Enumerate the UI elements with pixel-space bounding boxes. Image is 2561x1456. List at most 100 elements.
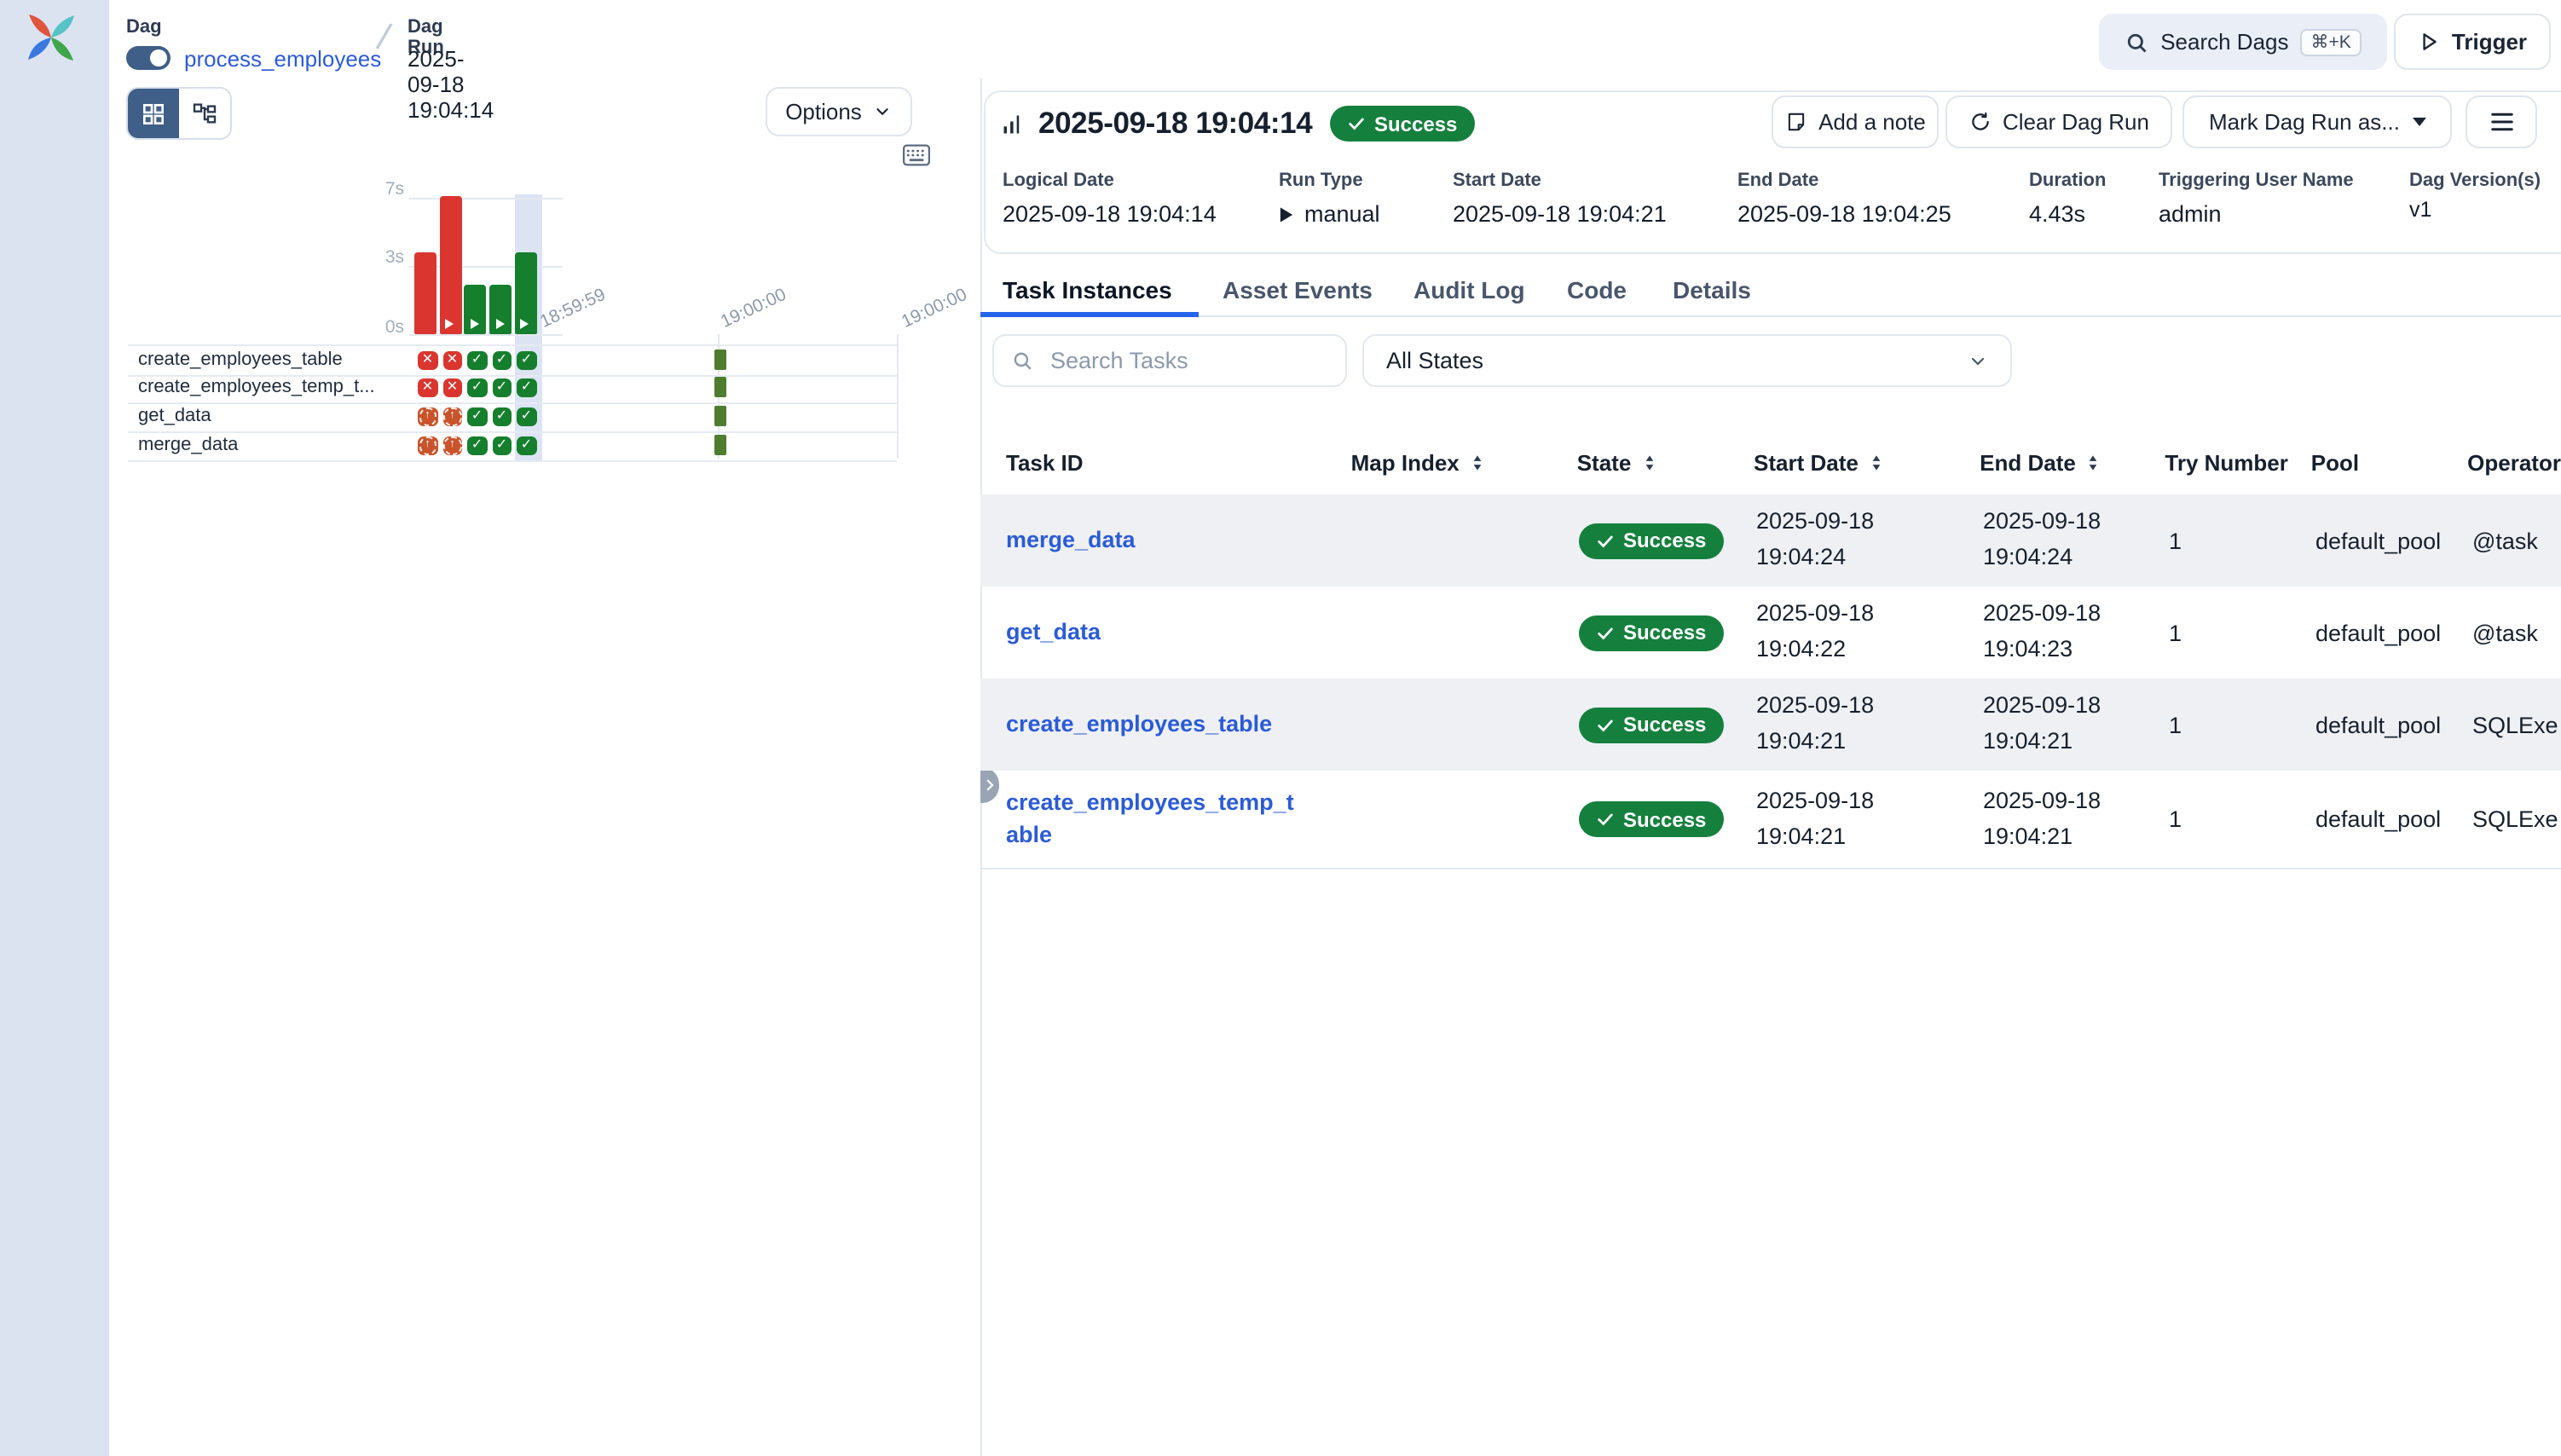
column-header-task-id[interactable]: Task ID (1006, 449, 1351, 475)
column-header-pool: Pool (2311, 449, 2467, 475)
task-duration-marker[interactable] (714, 350, 726, 370)
task-label[interactable]: create_employees_table (138, 350, 343, 370)
task-state-icon[interactable]: ↑ (442, 436, 462, 455)
task-state-icon[interactable]: ↑ (418, 436, 437, 455)
graph-view-button[interactable] (179, 89, 230, 138)
dag-run-bar[interactable] (515, 251, 537, 334)
tab-task-instances[interactable]: Task Instances (1003, 276, 1172, 303)
note-icon (1784, 111, 1807, 133)
task-state-icon[interactable]: ✕ (418, 350, 437, 370)
dag-pause-toggle[interactable] (126, 46, 171, 70)
column-header-state[interactable]: State (1577, 449, 1754, 475)
keyboard-shortcuts-icon[interactable] (902, 143, 931, 167)
task-duration-marker[interactable] (714, 377, 726, 397)
chevron-down-icon (874, 102, 893, 121)
task-state-icon[interactable]: ✓ (517, 378, 536, 397)
task-state-icon[interactable]: ✓ (517, 407, 536, 426)
try-number-cell: 1 (2169, 528, 2315, 553)
mark-dag-run-as-button[interactable]: Mark Dag Run as... (2182, 95, 2452, 148)
table-row[interactable]: create_employees_temp_table Success 2025… (980, 771, 2561, 870)
airflow-app: Dag process_employees / Dag Run 2025-09-… (0, 0, 2561, 1456)
task-state-icon[interactable]: ✓ (492, 378, 512, 397)
task-id-link[interactable]: merge_data (1006, 525, 1304, 556)
task-id-link[interactable]: get_data (1006, 617, 1304, 648)
task-state-icon[interactable]: ✓ (467, 350, 487, 370)
sort-icon[interactable] (1865, 451, 1888, 473)
meta-label: Start Date (1453, 170, 1541, 191)
dag-run-bar[interactable] (465, 286, 487, 334)
breadcrumb-run-value: 2025-09-18 19:04:14 (408, 46, 494, 123)
dag-run-bar[interactable] (414, 251, 436, 334)
tab-details[interactable]: Details (1673, 276, 1751, 303)
sort-icon[interactable] (1466, 451, 1489, 473)
search-shortcut-badge: ⌘+K (2301, 28, 2362, 55)
meta-label: Triggering User Name (2159, 170, 2354, 191)
tab-asset-events[interactable]: Asset Events (1223, 276, 1373, 303)
operator-cell: SQLExe (2472, 712, 2561, 737)
dag-run-bar[interactable] (439, 195, 461, 334)
column-header-try-number: Try Number (2165, 449, 2310, 475)
task-state-icon[interactable]: ✓ (467, 407, 487, 426)
state-filter-select[interactable]: All States (1362, 334, 2012, 387)
options-label: Options (785, 99, 862, 124)
menu-icon (2489, 111, 2514, 133)
grid-task-row: merge_data ↑ ↑ ✓ ✓ ✓ (128, 431, 897, 461)
task-state-icon[interactable]: ✕ (442, 350, 462, 370)
triggering-user-link[interactable]: admin (2159, 201, 2222, 227)
table-row[interactable]: create_employees_table Success 2025-09-1… (980, 679, 2561, 771)
task-id-link[interactable]: create_employees_table (1006, 709, 1304, 740)
task-state-icon[interactable]: ↑ (418, 407, 437, 426)
operator-cell: SQLExe (2472, 806, 2561, 832)
tabs-divider (980, 315, 2561, 317)
search-tasks-input[interactable] (1047, 346, 1328, 375)
meta-value: 4.43s (2029, 201, 2085, 227)
task-state-icon[interactable]: ✕ (418, 378, 437, 397)
tab-audit-log[interactable]: Audit Log (1413, 276, 1525, 303)
meta-label: Logical Date (1003, 170, 1114, 191)
breadcrumb-dag-link[interactable]: process_employees (184, 46, 381, 72)
add-note-button[interactable]: Add a note (1772, 95, 1939, 148)
column-header-end-date[interactable]: End Date (1980, 449, 2165, 475)
pool-cell: default_pool (2315, 620, 2472, 645)
task-duration-marker[interactable] (714, 406, 726, 426)
task-state-icon[interactable]: ✓ (517, 436, 536, 455)
column-header-map-index[interactable]: Map Index (1351, 449, 1577, 475)
state-filter-value: All States (1386, 348, 1483, 373)
task-state-icon[interactable]: ✓ (492, 407, 512, 426)
task-state-icon[interactable]: ↑ (442, 407, 462, 426)
grid-task-row: get_data ↑ ↑ ✓ ✓ ✓ (128, 402, 897, 432)
grid-view-button[interactable] (128, 89, 179, 138)
x-axis-tick: 18:59:59 (537, 285, 609, 332)
task-state-icon[interactable]: ✓ (492, 350, 512, 370)
run-menu-button[interactable] (2466, 95, 2537, 148)
tab-code[interactable]: Code (1567, 276, 1627, 303)
sort-icon[interactable] (2083, 451, 2105, 473)
task-state-icon[interactable]: ✓ (517, 350, 536, 370)
x-axis-tick: 19:00:00 (899, 285, 970, 332)
task-state-icon[interactable]: ✓ (492, 436, 512, 455)
search-dags-button[interactable]: Search Dags ⌘+K (2099, 14, 2387, 70)
meta-value: 2025-09-18 19:04:21 (1453, 201, 1667, 227)
task-state-icon[interactable]: ✓ (467, 378, 487, 397)
dag-run-bar[interactable] (489, 286, 512, 334)
sort-icon[interactable] (1638, 451, 1660, 473)
task-id-link[interactable]: create_employees_temp_table (1006, 789, 1304, 851)
breadcrumb-dag-label: Dag (126, 17, 162, 38)
column-header-start-date[interactable]: Start Date (1754, 449, 1980, 475)
options-button[interactable]: Options (766, 87, 912, 136)
task-state-icon[interactable]: ✕ (442, 378, 462, 397)
gridline (897, 334, 899, 459)
task-state-icon[interactable]: ✓ (467, 436, 487, 455)
task-duration-marker[interactable] (714, 435, 726, 455)
task-label[interactable]: merge_data (138, 435, 238, 455)
try-number-cell: 1 (2169, 806, 2315, 832)
table-header: Task ID Map Index State Start Date End D… (1006, 430, 2561, 494)
task-label[interactable]: get_data (138, 406, 211, 426)
airflow-logo[interactable] (24, 10, 78, 65)
table-row[interactable]: merge_data Success 2025-09-1819:04:24 20… (980, 494, 2561, 586)
task-label[interactable]: create_employees_temp_t... (138, 377, 375, 397)
clear-dag-run-button[interactable]: Clear Dag Run (1945, 95, 2172, 148)
trigger-button[interactable]: Trigger (2394, 14, 2551, 70)
table-row[interactable]: get_data Success 2025-09-1819:04:22 2025… (980, 586, 2561, 679)
toggle-knob (150, 49, 167, 66)
